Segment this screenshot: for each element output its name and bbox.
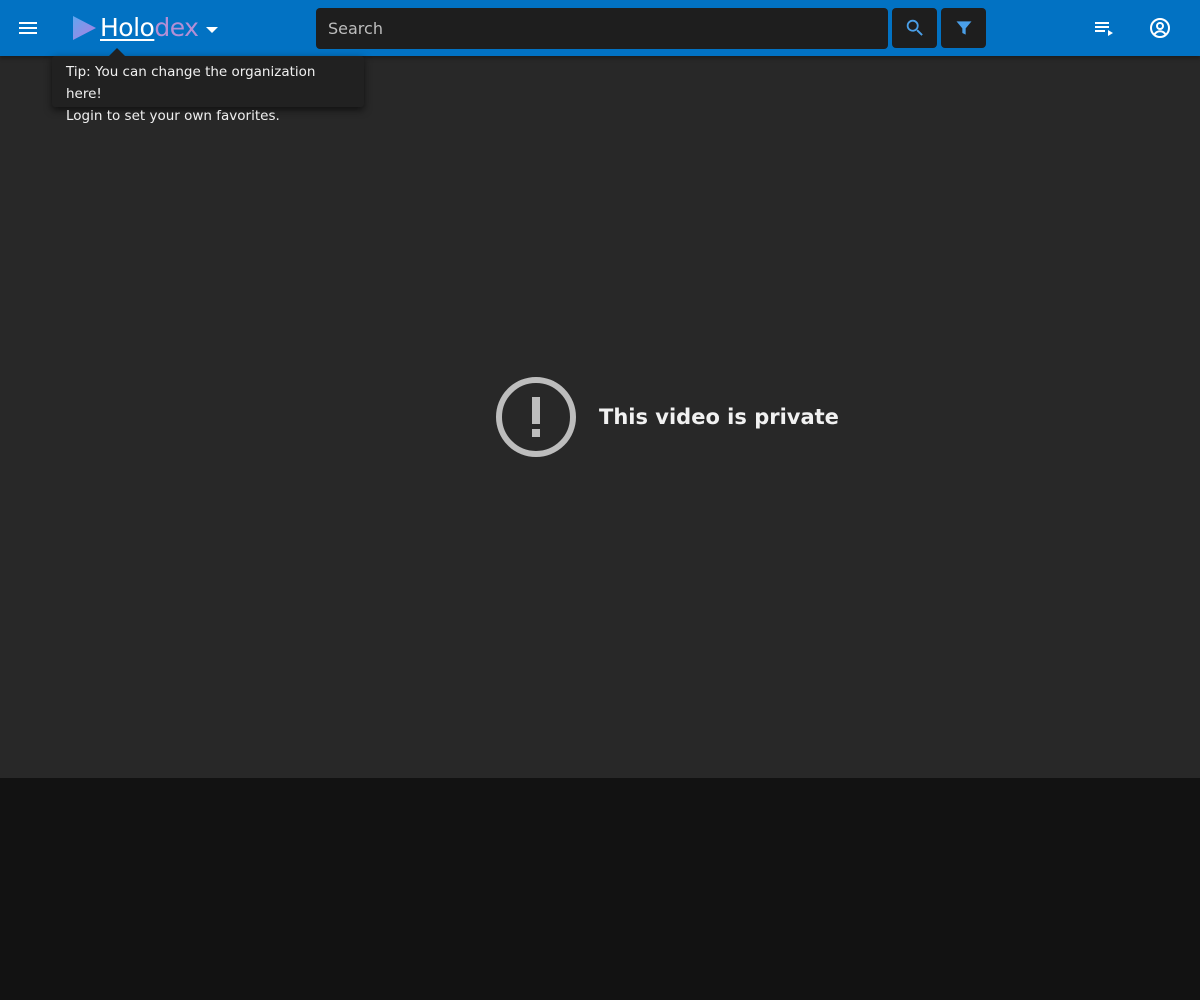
tooltip-line-2: Login to set your own favorites. (66, 108, 280, 124)
menu-button[interactable] (8, 8, 48, 48)
search-field[interactable] (316, 8, 888, 49)
funnel-icon (956, 21, 971, 35)
video-player[interactable]: This video is private (0, 56, 1200, 778)
account-circle-icon (1150, 18, 1170, 38)
magnifier-icon (906, 19, 923, 36)
search-button[interactable] (892, 8, 937, 48)
account-button[interactable] (1140, 8, 1180, 48)
brand-logo-text: Holodex (100, 13, 199, 43)
tooltip-arrow (108, 48, 126, 57)
filter-button[interactable] (941, 8, 986, 48)
exclamation-circle-icon (496, 377, 576, 457)
queue-button[interactable] (1084, 8, 1124, 48)
content-area (0, 778, 1200, 1000)
brand-holo-text: Holo (100, 13, 155, 42)
hamburger-menu-icon (19, 22, 37, 34)
video-error: This video is private (495, 376, 839, 458)
error-message: This video is private (599, 405, 839, 429)
org-logo-selector[interactable]: Holodex (70, 10, 220, 46)
brand-dex-text: dex (154, 13, 199, 42)
caret-down-icon[interactable] (204, 22, 220, 38)
org-tip-tooltip: Tip: You can change the organization her… (52, 48, 364, 124)
top-app-bar: Holodex (0, 0, 1200, 56)
holodex-play-logo-icon (73, 16, 96, 40)
tooltip-line-1: Tip: You can change the organization her… (66, 64, 316, 102)
playlist-play-icon (1095, 22, 1113, 36)
search-input[interactable] (328, 19, 888, 38)
